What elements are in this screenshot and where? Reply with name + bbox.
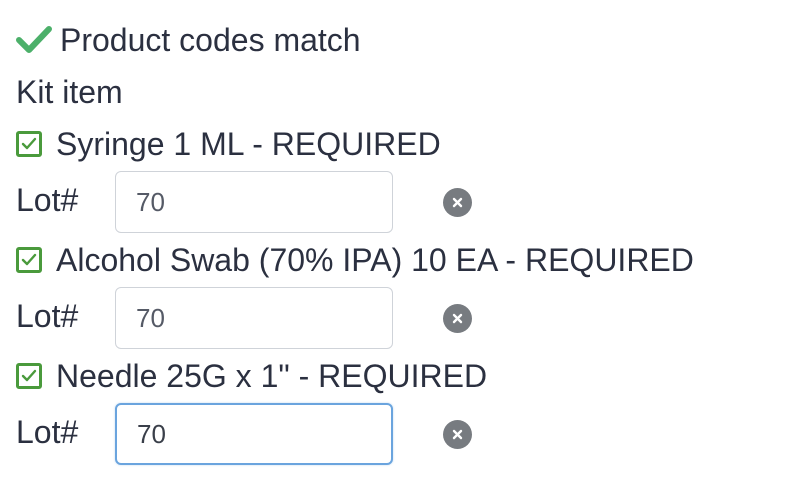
lot-label: Lot# xyxy=(16,182,79,218)
checkbox-check-icon xyxy=(21,253,37,266)
item-checkbox[interactable] xyxy=(16,363,42,389)
checkbox-check-icon xyxy=(21,369,37,382)
lot-number-input[interactable] xyxy=(115,403,393,465)
kit-item-heading: Kit item xyxy=(16,74,123,110)
kit-item-label: Syringe 1 ML - REQUIRED xyxy=(56,126,441,162)
product-match-text: Product codes match xyxy=(60,22,361,58)
clear-lot-button[interactable] xyxy=(443,420,472,449)
clear-icon xyxy=(452,429,463,440)
clear-lot-button[interactable] xyxy=(443,188,472,217)
lot-number-input[interactable] xyxy=(115,171,393,233)
item-checkbox[interactable] xyxy=(16,247,42,273)
item-checkbox[interactable] xyxy=(16,131,42,157)
checkbox-check-icon xyxy=(21,137,37,150)
lot-number-input[interactable] xyxy=(115,287,393,349)
clear-icon xyxy=(452,313,463,324)
product-match-status: Product codes match xyxy=(16,18,361,62)
kit-item-needle: Needle 25G x 1" - REQUIRED xyxy=(16,354,487,398)
lot-label: Lot# xyxy=(16,414,79,450)
checkmark-icon xyxy=(16,25,52,55)
clear-lot-button[interactable] xyxy=(443,304,472,333)
kit-verification-panel: Product codes match Kit item Syringe 1 M… xyxy=(0,0,810,478)
kit-item-label: Alcohol Swab (70% IPA) 10 EA - REQUIRED xyxy=(56,242,694,278)
clear-icon xyxy=(452,197,463,208)
kit-item-syringe: Syringe 1 ML - REQUIRED xyxy=(16,122,441,166)
kit-item-label: Needle 25G x 1" - REQUIRED xyxy=(56,358,488,394)
lot-label: Lot# xyxy=(16,298,79,334)
kit-item-alcohol-swab: Alcohol Swab (70% IPA) 10 EA - REQUIRED xyxy=(16,238,694,282)
